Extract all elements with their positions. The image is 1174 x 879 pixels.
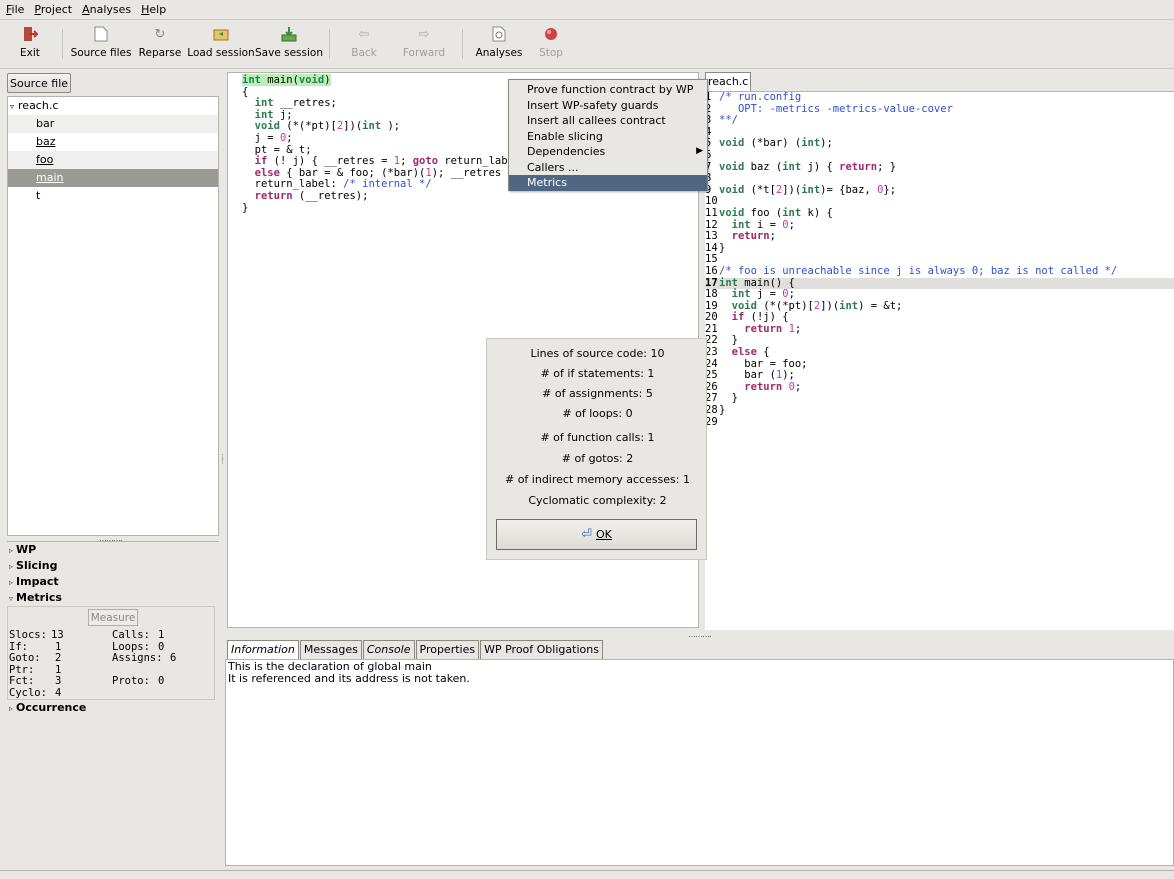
document-icon [93,26,109,42]
ok-button[interactable]: ⏎ OK [496,519,697,550]
menu-item-enable-slicing[interactable]: Enable slicing [509,129,707,145]
toolbar-separator [329,29,330,59]
menu-item-metrics[interactable]: Metrics [509,175,707,191]
measure-button[interactable]: Measure [88,609,138,626]
menu-project[interactable]: Project [34,3,72,16]
menu-item-wp-safety[interactable]: Insert WP-safety guards [509,98,707,114]
plugin-slicing-header[interactable]: ▹ Slicing [7,558,219,574]
metric-loops: # of loops: 0 [562,407,633,420]
left-panel: Source file ▿ reach.c bar baz foo main t … [7,70,219,870]
refresh-icon: ↻ [154,26,166,42]
original-source-panel: reach.c 1/* run.config 2 OPT: -metrics -… [705,72,1174,630]
plugin-occurrence-header[interactable]: ▹ Occurrence [7,700,219,716]
tab-properties[interactable]: Properties [415,640,480,659]
analyses-button[interactable]: Analyses [469,21,529,67]
stop-button[interactable]: Stop [529,21,573,67]
metrics-summary: Measure Slocs: 13 If: 1 Goto: 2 Ptr: 1 Fct: 3… [7,606,215,700]
tab-information[interactable]: Information [227,640,299,659]
menu-help[interactable]: Help [141,3,166,16]
analyses-icon [491,26,507,42]
tab-messages[interactable]: Messages [299,640,362,659]
back-button[interactable]: ⇦ Back [336,21,392,67]
return-icon: ⏎ [581,527,593,542]
metric-gotos: # of gotos: 2 [561,452,634,465]
metrics-dialog: Lines of source code: 10 # of if stateme… [486,338,707,560]
pane-grip-vertical[interactable]: ⋮ ⋮ [219,454,226,465]
metrics-col-1: Slocs: 13 If: 1 Goto: 2 Ptr: 1 Fct: 3 Cyclo: 4 [9,629,64,699]
expander-right-icon: ▹ [9,562,14,571]
menu-bar: File Project Analyses Help [0,0,1174,20]
tree-item-bar[interactable]: bar [8,115,218,133]
menu-file[interactable]: File [6,3,24,16]
metric-sloc: Lines of source code: 10 [530,347,665,360]
tree-item-baz[interactable]: baz [8,133,218,151]
forward-button[interactable]: ⇨ Forward [392,21,456,67]
arrow-left-icon: ⇦ [358,26,370,42]
expander-down-icon: ▿ [10,102,15,111]
menu-item-prove-wp[interactable]: Prove function contract by WP [509,82,707,98]
expander-right-icon: ▹ [9,704,14,713]
plugin-wp-header[interactable]: ▹ WP [7,542,219,558]
load-session-button[interactable]: Load session [187,21,255,67]
tree-item-foo[interactable]: foo [8,151,218,169]
metric-calls: # of function calls: 1 [540,431,655,444]
stop-icon [543,26,559,42]
menu-item-dependencies[interactable]: Dependencies ▶ [509,144,707,160]
exit-icon [22,26,38,42]
bottom-tabs: Information Messages Console Properties … [227,640,604,659]
plugin-impact-header[interactable]: ▹ Impact [7,574,219,590]
toolbar-separator [62,29,63,59]
menu-analyses[interactable]: Analyses [82,3,131,16]
reparse-button[interactable]: ↻ Reparse [133,21,187,67]
status-bar [0,870,1174,879]
bottom-panel: Information Messages Console Properties … [225,638,1174,866]
metric-indirect: # of indirect memory accesses: 1 [504,473,690,486]
submenu-arrow-icon: ▶ [696,146,703,156]
save-icon [281,26,297,42]
expander-right-icon: ▹ [9,546,14,555]
expander-down-icon: ▿ [9,594,14,603]
tab-wp-proof-obligations[interactable]: WP Proof Obligations [480,640,603,659]
toolbar-separator [462,29,463,59]
plugin-metrics-header[interactable]: ▿ Metrics [7,590,219,606]
original-source-code[interactable]: 1/* run.config 2 OPT: -metrics -metrics-… [705,91,1174,630]
tab-reach-c[interactable]: reach.c [705,72,751,91]
metric-assignments: # of assignments: 5 [542,387,653,400]
metric-cyclomatic: Cyclomatic complexity: 2 [528,494,667,507]
menu-item-callees-contract[interactable]: Insert all callees contract [509,113,707,129]
source-file-button[interactable]: Source file [7,73,71,93]
context-menu: Prove function contract by WP Insert WP-… [508,79,708,191]
tab-console[interactable]: Console [362,640,415,659]
info-line: It is referenced and its address is not … [228,671,470,685]
exit-button[interactable]: Exit [4,21,56,67]
tree-item-file[interactable]: ▿ reach.c [8,97,218,115]
metrics-col-2: Calls: 1 Loops: 0 Assigns: 6 Proto: 0 [112,629,177,687]
tree-item-t[interactable]: t [8,187,218,205]
source-files-button[interactable]: Source files [69,21,133,67]
menu-item-callers[interactable]: Callers ... [509,160,707,176]
information-view[interactable]: This is the declaration of global main I… [225,659,1174,866]
tree-item-main[interactable]: main [8,169,218,187]
plugin-panel: ▹ WP ▹ Slicing ▹ Impact ▿ Metrics Measure Sl… [7,541,219,870]
open-folder-icon [213,26,229,42]
toolbar: Exit Source files ↻ Reparse Load session… [0,21,1174,69]
save-session-button[interactable]: Save session [255,21,323,67]
expander-right-icon: ▹ [9,578,14,587]
file-tree[interactable]: ▿ reach.c bar baz foo main t [7,96,219,536]
metric-if: # of if statements: 1 [540,367,655,380]
arrow-right-icon: ⇨ [418,26,430,42]
